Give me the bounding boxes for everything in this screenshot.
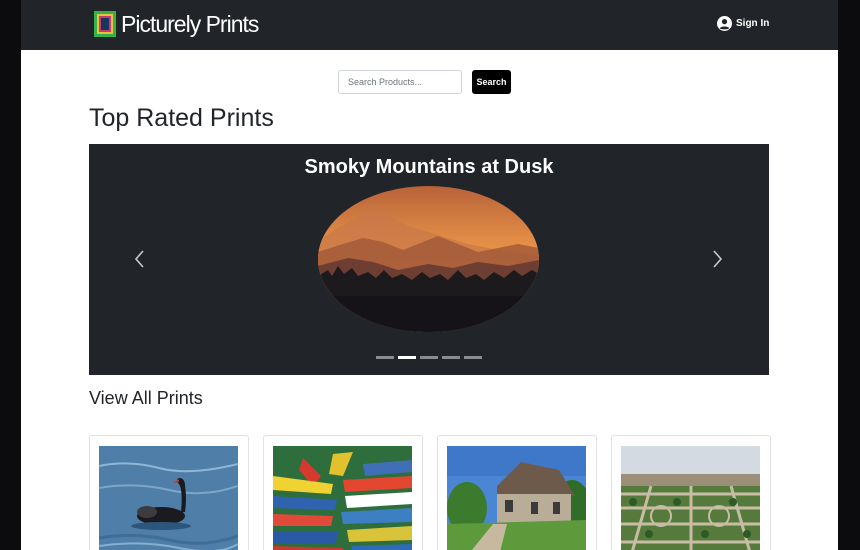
slide-image[interactable] [318, 186, 539, 332]
window-edge-left [0, 0, 21, 550]
product-card-palace-gardens[interactable] [611, 435, 771, 550]
product-image[interactable] [273, 446, 412, 550]
product-image[interactable] [99, 446, 238, 550]
search-button[interactable]: Search [472, 70, 511, 94]
product-card-black-swan[interactable] [89, 435, 249, 550]
carousel-indicator-5[interactable] [464, 356, 482, 359]
top-rated-heading: Top Rated Prints [89, 104, 274, 132]
picture-frame-icon [94, 11, 116, 37]
carousel-prev-button[interactable] [133, 248, 147, 270]
product-grid [89, 435, 779, 550]
search-input[interactable] [338, 70, 462, 94]
chevron-left-icon [134, 250, 144, 268]
window-edge-right [838, 0, 860, 550]
carousel-indicators [376, 356, 482, 359]
brand-link[interactable]: Picturely Prints [94, 9, 259, 39]
view-all-heading: View All Prints [89, 388, 203, 408]
carousel-indicator-2[interactable] [398, 356, 416, 359]
navbar: Picturely Prints Sign In [21, 0, 838, 50]
sign-in-label: Sign In [736, 18, 770, 29]
product-card-rowboats[interactable] [263, 435, 423, 550]
user-circle-icon [717, 16, 732, 31]
page: Picturely Prints Sign In Search Top Rate… [21, 0, 838, 550]
product-image[interactable] [621, 446, 760, 550]
chevron-right-icon [713, 250, 723, 268]
product-image[interactable] [447, 446, 586, 550]
carousel-next-button[interactable] [710, 248, 724, 270]
product-card-stone-chapel[interactable] [437, 435, 597, 550]
carousel-indicator-3[interactable] [420, 356, 438, 359]
carousel-indicator-1[interactable] [376, 356, 394, 359]
slide-title[interactable]: Smoky Mountains at Dusk [89, 156, 769, 179]
top-rated-carousel: Smoky Mountains at Dusk [89, 144, 769, 375]
carousel-indicator-4[interactable] [442, 356, 460, 359]
sign-in-link[interactable]: Sign In [717, 16, 769, 31]
brand-name: Picturely Prints [121, 11, 259, 37]
